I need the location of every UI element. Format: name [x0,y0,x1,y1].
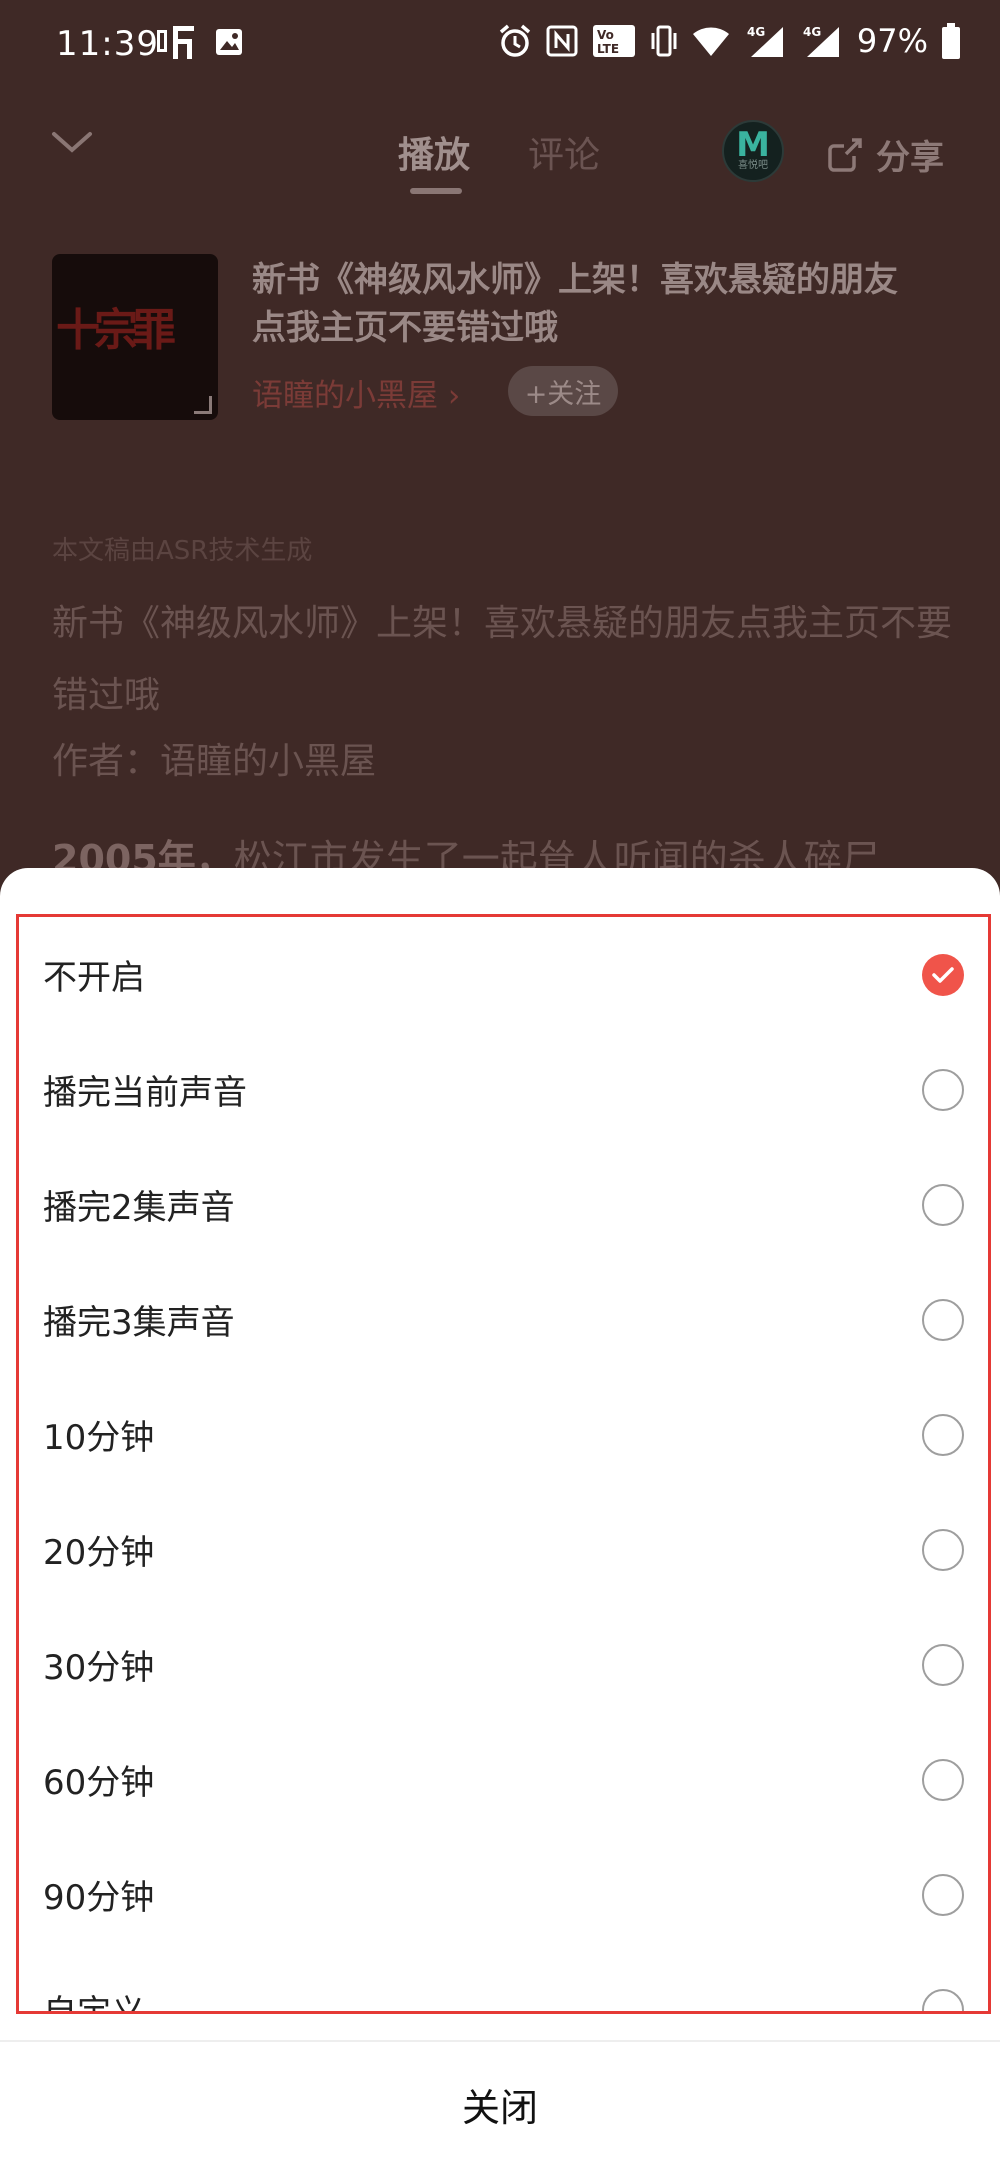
alarm-icon [497,23,533,59]
nfc-icon [545,24,579,58]
timer-option-60min[interactable]: 60分钟 [19,1722,988,1837]
author-link[interactable]: 语瞳的小黑屋 › [252,370,460,415]
album-corner-mark [194,396,212,414]
radio-icon[interactable] [922,1528,964,1571]
volte-icon: Vo LTE [591,23,637,59]
radio-icon[interactable] [922,1298,964,1341]
radio-icon[interactable] [922,1758,964,1801]
collapse-chevron-icon[interactable] [50,128,94,162]
transcript-paragraph: 新书《神级风水师》上架！喜欢悬疑的朋友点我主页不要错过哦 [52,603,953,716]
logo-letter: M [736,125,770,165]
option-label: 播完3集声音 [43,1303,235,1343]
transcript-author-line: 作者：语瞳的小黑屋 [52,741,377,782]
ting-app-icon [154,22,198,62]
radio-icon[interactable] [922,1873,964,1916]
chevron-right-icon: › [447,378,461,414]
wifi-icon [691,24,731,58]
option-label: 播完2集声音 [43,1188,235,1228]
svg-text:4G: 4G [803,25,821,39]
svg-text:LTE: LTE [597,42,619,56]
radio-icon[interactable] [922,1068,964,1111]
option-label: 不开启 [43,958,145,998]
logo-subtext: 喜悦吧 [738,160,768,171]
radio-icon[interactable] [922,1183,964,1226]
track-title: 新书《神级风水师》上架！喜欢悬疑的朋友点我主页不要错过哦 [252,260,898,348]
tab-comment[interactable]: 评论 [528,126,600,178]
svg-text:Vo: Vo [597,28,614,42]
option-label: 播完当前声音 [43,1073,247,1113]
battery-icon [940,22,962,60]
option-label: 20分钟 [43,1533,155,1573]
share-button[interactable]: 分享 [826,130,944,179]
author-name: 语瞳的小黑屋 [252,378,438,414]
radio-icon[interactable] [922,1643,964,1686]
timer-options-list: 不开启 播完当前声音 播完2集声音 播完3集声音 10分钟 20分钟 30分钟 [16,914,991,2014]
status-system-icons: Vo LTE 4G 4G 97% [497,22,962,60]
signal-2-icon: 4G [799,23,843,59]
timer-option-20min[interactable]: 20分钟 [19,1492,988,1607]
option-label: 90分钟 [43,1878,155,1918]
album-cover-text: 十宗罪 [56,305,176,356]
timer-option-3-episodes[interactable]: 播完3集声音 [19,1262,988,1377]
gallery-icon [214,27,244,57]
share-icon [828,137,862,172]
timer-option-custom[interactable]: 自定义 [19,1952,988,2014]
status-time: 11:39 [56,24,159,64]
timer-option-current[interactable]: 播完当前声音 [19,1032,988,1147]
option-label: 30分钟 [43,1648,155,1688]
timer-option-off[interactable]: 不开启 [19,917,988,1032]
timer-option-2-episodes[interactable]: 播完2集声音 [19,1147,988,1262]
sleep-timer-sheet: 不开启 播完当前声音 播完2集声音 播完3集声音 10分钟 20分钟 30分钟 [0,868,1000,2166]
tab-play[interactable]: 播放 [398,126,470,178]
status-bar: 11:39 Vo LTE 4G 4G 97% [0,0,1000,96]
publisher-logo[interactable]: M 喜悦吧 [722,120,784,182]
battery-percent: 97% [856,22,928,60]
option-label: 60分钟 [43,1763,155,1803]
timer-option-30min[interactable]: 30分钟 [19,1607,988,1722]
timer-option-90min[interactable]: 90分钟 [19,1837,988,1952]
option-label: 自定义 [43,1993,145,2014]
vibrate-icon [649,23,679,59]
active-tab-indicator [410,188,462,194]
album-cover[interactable]: 十宗罪 [52,254,218,420]
follow-button[interactable]: +关注 [508,366,618,416]
share-label: 分享 [876,138,944,178]
timer-option-10min[interactable]: 10分钟 [19,1377,988,1492]
radio-icon[interactable] [922,1413,964,1456]
svg-text:4G: 4G [747,25,765,39]
checked-radio-icon[interactable] [922,953,964,996]
option-label: 10分钟 [43,1418,155,1458]
player-top-nav: 播放 评论 M 喜悦吧 分享 [0,100,1000,200]
close-button[interactable]: 关闭 [0,2042,1000,2166]
signal-1-icon: 4G [743,23,787,59]
radio-icon[interactable] [922,1988,964,2011]
status-notification-icons [154,22,244,62]
asr-note: 本文稿由ASR技术生成 [52,536,313,566]
